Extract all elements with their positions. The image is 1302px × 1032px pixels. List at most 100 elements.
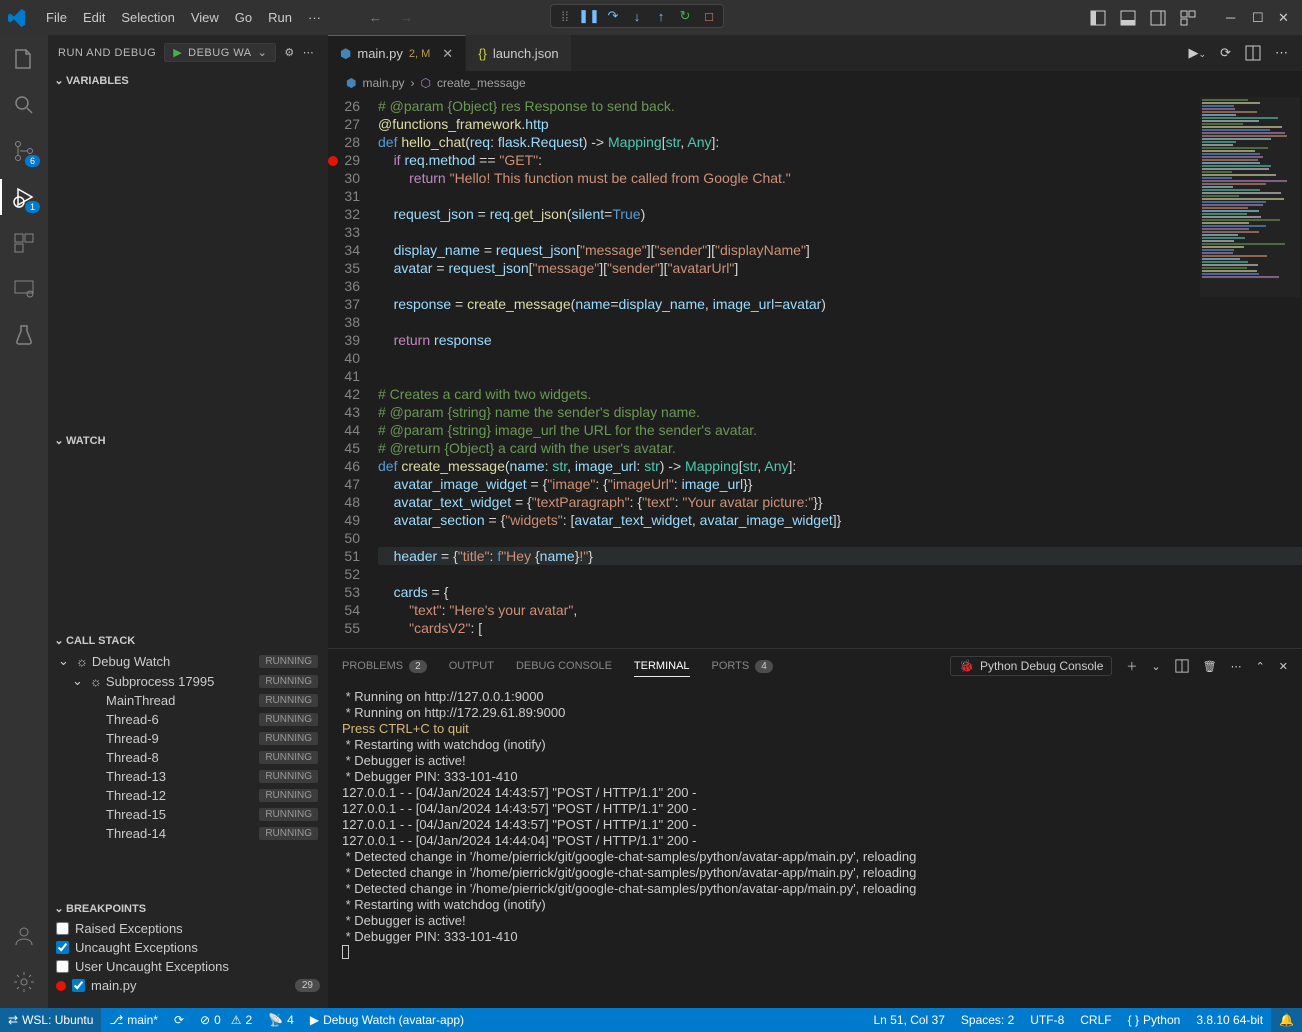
more-icon[interactable]: ⋯ xyxy=(303,46,315,59)
maximize-icon[interactable]: ☐ xyxy=(1252,10,1268,26)
line-gutter[interactable]: 2627282930313233343536373839404142434445… xyxy=(328,95,378,648)
breakpoint-checkbox[interactable] xyxy=(56,960,69,973)
menu-run[interactable]: Run xyxy=(260,6,300,29)
eol-indicator[interactable]: CRLF xyxy=(1072,1008,1119,1032)
menu-edit[interactable]: Edit xyxy=(75,6,113,29)
language-mode[interactable]: { }Python xyxy=(1120,1008,1189,1032)
split-editor-icon[interactable] xyxy=(1245,45,1261,61)
layout-panel-right-icon[interactable] xyxy=(1150,10,1166,26)
debug-settings-gear-icon[interactable]: ⚙ xyxy=(284,46,294,59)
minimize-icon[interactable]: ─ xyxy=(1226,10,1242,26)
git-branch[interactable]: ⎇main* xyxy=(101,1013,166,1027)
callstack-item[interactable]: Thread-8RUNNING xyxy=(48,748,328,767)
status-bar: ⇄WSL: Ubuntu ⎇main* ⟳ ⊘0⚠2 📡4 ▶Debug Wat… xyxy=(0,1008,1302,1032)
run-play-icon[interactable]: ▶⌄ xyxy=(1189,45,1207,61)
step-into-icon[interactable]: ↓ xyxy=(629,8,645,24)
close-panel-icon[interactable]: ✕ xyxy=(1279,660,1288,673)
menu-file[interactable]: File xyxy=(38,6,75,29)
breakpoints-section-header[interactable]: ⌄Breakpoints xyxy=(48,898,328,919)
stop-icon[interactable]: □ xyxy=(701,8,717,24)
editor-tab[interactable]: {}launch.json xyxy=(466,35,571,71)
callstack-item[interactable]: ⌄☼Debug WatchRUNNING xyxy=(48,651,328,671)
callstack-item[interactable]: Thread-15RUNNING xyxy=(48,805,328,824)
tab-debug-console[interactable]: Debug Console xyxy=(516,656,612,676)
terminal[interactable]: * Running on http://127.0.0.1:9000 * Run… xyxy=(328,683,1302,1008)
layout-customize-icon[interactable] xyxy=(1180,10,1196,26)
tab-terminal[interactable]: Terminal xyxy=(634,656,690,677)
watch-section-header[interactable]: ⌄Watch xyxy=(48,430,328,451)
callstack-status: RUNNING xyxy=(259,655,318,668)
testing-icon[interactable] xyxy=(12,323,36,347)
breakpoint-checkbox[interactable] xyxy=(72,979,85,992)
menu-[interactable]: ··· xyxy=(300,6,329,29)
new-terminal-icon[interactable]: ＋ xyxy=(1126,658,1137,674)
step-out-icon[interactable]: ↑ xyxy=(653,8,669,24)
callstack-item[interactable]: Thread-6RUNNING xyxy=(48,710,328,729)
callstack-item[interactable]: Thread-13RUNNING xyxy=(48,767,328,786)
split-terminal-icon[interactable] xyxy=(1175,659,1189,673)
encoding-indicator[interactable]: UTF-8 xyxy=(1022,1008,1072,1032)
extensions-icon[interactable] xyxy=(12,231,36,255)
remote-explorer-icon[interactable] xyxy=(12,277,36,301)
cursor-position[interactable]: Ln 51, Col 37 xyxy=(866,1008,953,1032)
code-editor[interactable]: # @param {Object} res Response to send b… xyxy=(378,95,1302,648)
tab-filename: main.py xyxy=(357,46,403,61)
nav-forward-icon[interactable]: → xyxy=(400,10,413,25)
tab-output[interactable]: Output xyxy=(449,656,494,676)
layout-panel-bottom-icon[interactable] xyxy=(1120,10,1136,26)
editor-tab[interactable]: ⬢main.py2, M✕ xyxy=(328,35,466,71)
ports-status[interactable]: 📡4 xyxy=(260,1013,302,1027)
menu-view[interactable]: View xyxy=(183,6,227,29)
run-debug-icon[interactable]: 1 xyxy=(12,185,36,209)
notifications-icon[interactable]: 🔔 xyxy=(1271,1008,1302,1032)
menu-selection[interactable]: Selection xyxy=(113,6,182,29)
minimap[interactable] xyxy=(1200,97,1300,297)
breakpoint-checkbox[interactable] xyxy=(56,941,69,954)
accounts-icon[interactable] xyxy=(12,924,36,948)
debug-status[interactable]: ▶Debug Watch (avatar-app) xyxy=(302,1013,472,1027)
breakpoint-item[interactable]: Raised Exceptions xyxy=(48,919,328,938)
callstack-item[interactable]: MainThreadRUNNING xyxy=(48,691,328,710)
ports-count: 4 xyxy=(755,660,773,673)
callstack-item[interactable]: Thread-9RUNNING xyxy=(48,729,328,748)
spaces-indicator[interactable]: Spaces: 2 xyxy=(953,1008,1022,1032)
breakpoint-item[interactable]: User Uncaught Exceptions xyxy=(48,957,328,976)
drag-handle-icon[interactable]: ⁞⁞ xyxy=(557,8,573,24)
pause-icon[interactable]: ❚❚ xyxy=(581,8,597,24)
restart-icon[interactable]: ↻ xyxy=(677,8,693,24)
breadcrumb[interactable]: ⬢ main.py › ⬡ create_message xyxy=(328,71,1302,95)
maximize-panel-icon[interactable]: ⌃ xyxy=(1256,660,1265,673)
source-control-icon[interactable]: 6 xyxy=(12,139,36,163)
more-icon[interactable]: ⋯ xyxy=(1231,660,1242,673)
variables-section-header[interactable]: ⌄Variables xyxy=(48,70,328,91)
more-actions-icon[interactable]: ⋯ xyxy=(1275,45,1288,61)
callstack-item[interactable]: Thread-12RUNNING xyxy=(48,786,328,805)
tab-problems[interactable]: Problems2 xyxy=(342,656,427,677)
callstack-item[interactable]: Thread-14RUNNING xyxy=(48,824,328,843)
callstack-item[interactable]: ⌄☼Subprocess 17995RUNNING xyxy=(48,671,328,691)
tab-close-icon[interactable]: ✕ xyxy=(442,46,453,62)
python-interpreter[interactable]: 3.8.10 64-bit xyxy=(1188,1008,1271,1032)
terminal-selector[interactable]: 🐞Python Debug Console xyxy=(950,656,1112,676)
step-over-icon[interactable]: ↷ xyxy=(605,8,621,24)
layout-panel-left-icon[interactable] xyxy=(1090,10,1106,26)
debug-config-selector[interactable]: ▶ Debug Wa ⌄ xyxy=(164,43,276,62)
breakpoint-file-item[interactable]: main.py29 xyxy=(48,976,328,995)
close-icon[interactable]: ✕ xyxy=(1278,10,1294,26)
callstack-section-header[interactable]: ⌄Call Stack xyxy=(48,630,328,651)
nav-back-icon[interactable]: ← xyxy=(369,10,382,25)
menu-go[interactable]: Go xyxy=(227,6,260,29)
search-icon[interactable] xyxy=(12,93,36,117)
breakpoint-checkbox[interactable] xyxy=(56,922,69,935)
terminal-dropdown-icon[interactable]: ⌄ xyxy=(1151,660,1160,673)
problems-status[interactable]: ⊘0⚠2 xyxy=(192,1013,260,1027)
explorer-icon[interactable] xyxy=(12,47,36,71)
breakpoint-item[interactable]: Uncaught Exceptions xyxy=(48,938,328,957)
sync-icon[interactable]: ⟳ xyxy=(166,1013,192,1027)
settings-gear-icon[interactable] xyxy=(12,970,36,994)
tab-ports[interactable]: Ports4 xyxy=(712,656,773,677)
kill-terminal-icon[interactable]: 🗑 xyxy=(1203,660,1217,673)
remote-indicator[interactable]: ⇄WSL: Ubuntu xyxy=(0,1008,101,1032)
callstack-label: Thread-8 xyxy=(106,750,259,765)
debug-alt-icon[interactable]: ⟳ xyxy=(1220,45,1231,61)
